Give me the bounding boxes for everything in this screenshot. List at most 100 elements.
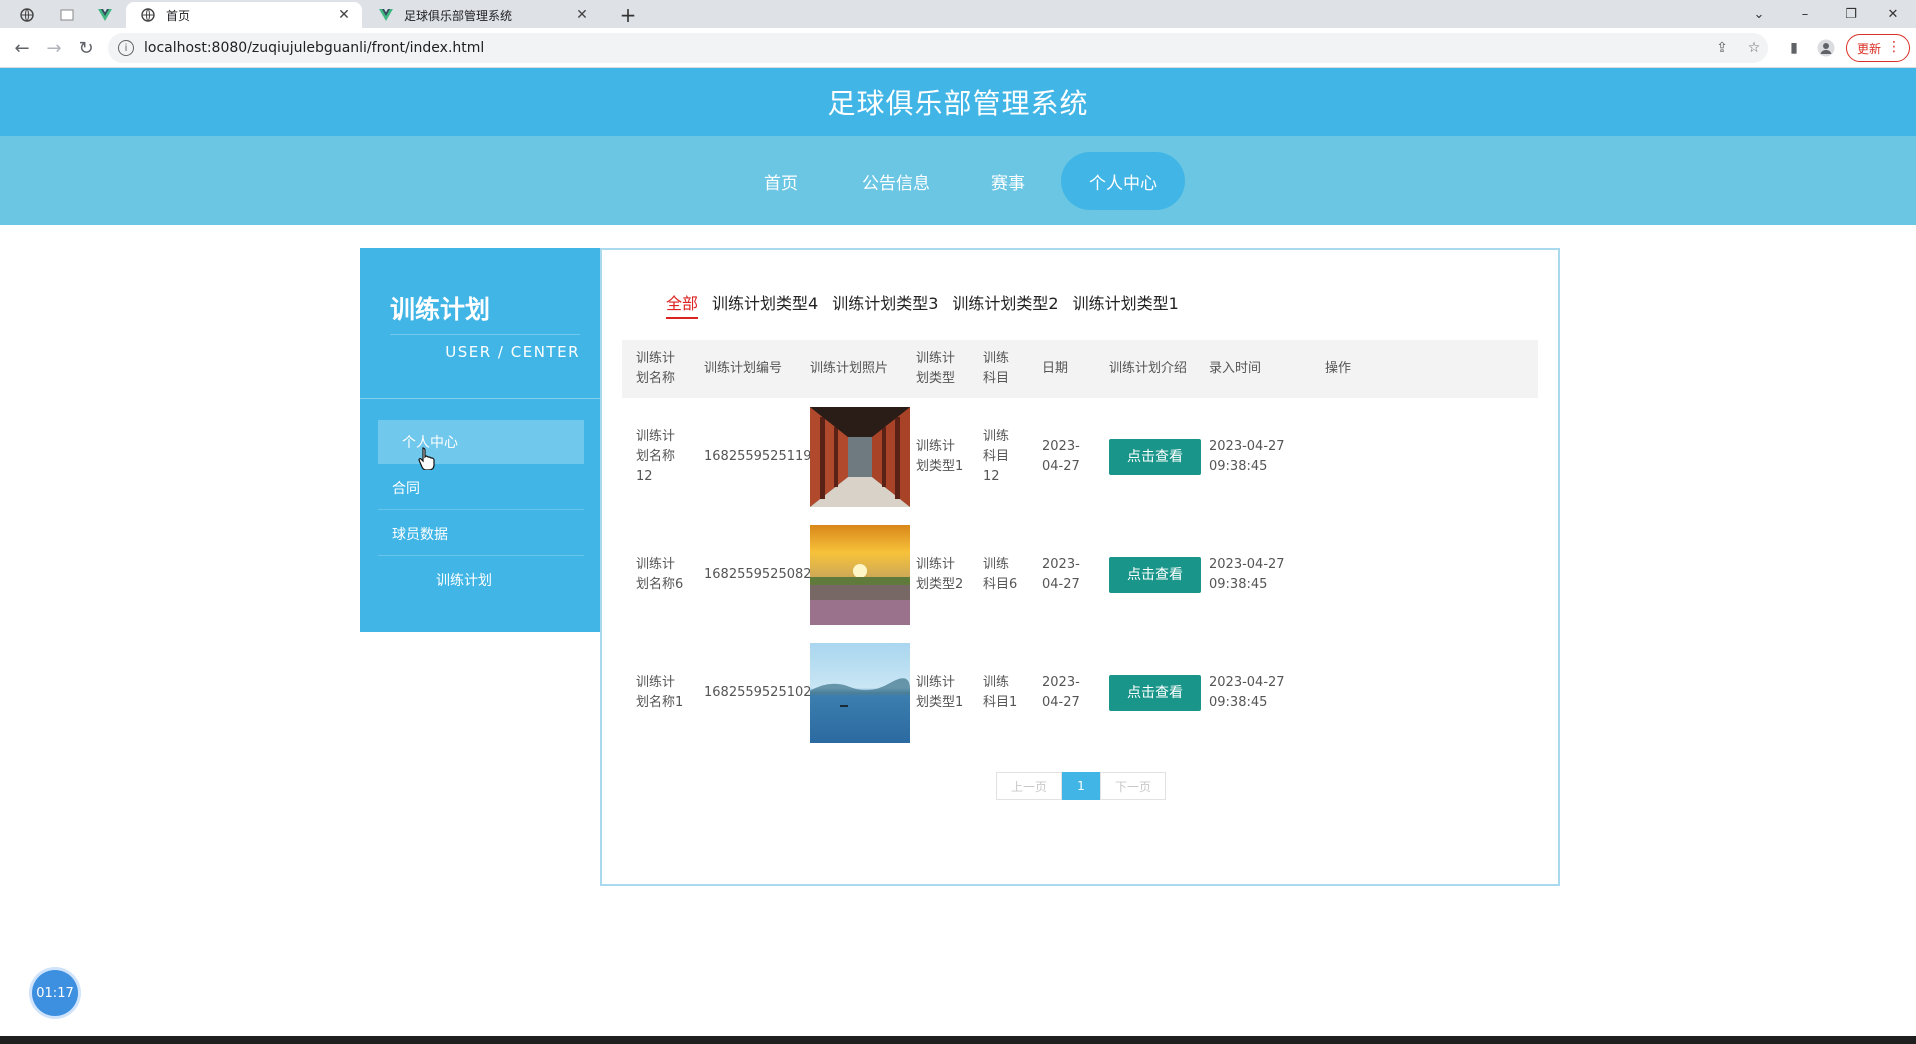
col-date: 日期 (1042, 361, 1069, 376)
plan-date: 2023- 04-27 (1042, 557, 1080, 592)
plan-code: 1682559525119 (704, 449, 812, 464)
tab-title: 首页 (166, 8, 191, 23)
plan-name: 训练计 划名称1 (636, 675, 684, 710)
col-intro: 训练计划介绍 (1109, 361, 1188, 376)
taskbar (0, 1036, 1916, 1044)
plan-created: 2023-04-27 09:38:45 (1209, 557, 1285, 592)
filter-type-1[interactable]: 训练计划类型1 (1073, 290, 1179, 319)
corridor-photo (810, 407, 910, 507)
hand-cursor-icon (418, 447, 435, 470)
new-tab-button[interactable]: + (614, 2, 642, 28)
globe-icon (140, 7, 156, 23)
menu-dots-icon: ⋮ (1887, 39, 1901, 55)
pinned-tab-2[interactable] (50, 2, 84, 28)
view-details-button[interactable]: 点击查看 (1109, 439, 1201, 475)
plan-subject: 训练 科目6 (983, 557, 1018, 592)
plan-name: 训练计 划名称6 (636, 557, 684, 592)
prev-page-button[interactable]: 上一页 (996, 772, 1062, 800)
col-actions: 操作 (1325, 361, 1352, 376)
address-bar: ← → ↻ i localhost:8080/zuqiujulebguanli/… (0, 28, 1916, 68)
tab-title: 足球俱乐部管理系统 (404, 8, 513, 23)
sidebar-item-personal-center[interactable]: 个人中心 (378, 420, 584, 464)
plan-date: 2023- 04-27 (1042, 439, 1080, 474)
filter-all[interactable]: 全部 (666, 290, 699, 319)
table-row: 训练计 划名称 12 1682559525119 训练计 划类型1 训练 科目 (622, 398, 1538, 516)
filter-type-3[interactable]: 训练计划类型3 (832, 290, 938, 319)
profile-icon[interactable] (1816, 38, 1836, 58)
close-icon[interactable]: ✕ (574, 7, 590, 23)
plan-photo[interactable] (810, 516, 910, 634)
plan-type: 训练计 划类型1 (916, 439, 964, 474)
update-label: 更新 (1857, 41, 1882, 56)
table-row: 训练计 划名称6 1682559525082 训练计 划类型2 训练 科目6 2… (622, 516, 1538, 634)
close-icon[interactable]: ✕ (336, 7, 352, 23)
page-icon (60, 9, 74, 21)
plan-type: 训练计 划类型2 (916, 557, 964, 592)
plan-subject: 训练 科目1 (983, 675, 1018, 710)
url-field[interactable]: i localhost:8080/zuqiujulebguanli/front/… (108, 33, 1768, 63)
plan-code: 1682559525082 (704, 567, 812, 582)
lake-photo (810, 643, 910, 743)
table-row: 训练计 划名称1 1682559525102 训练计 划类型1 训练 科目1 2… (622, 634, 1538, 752)
restore-button[interactable]: ❐ (1828, 0, 1874, 28)
vue-icon (98, 9, 112, 21)
window-close-button[interactable]: ✕ (1870, 0, 1916, 28)
sidebar-divider (360, 398, 600, 399)
sidebar-item-contract[interactable]: 合同 (378, 466, 584, 510)
plan-created: 2023-04-27 09:38:45 (1209, 439, 1285, 474)
col-created: 录入时间 (1209, 361, 1262, 376)
globe-icon (20, 8, 34, 22)
reload-icon[interactable]: ↻ (74, 36, 98, 60)
plan-intro: 点击查看 (1109, 516, 1209, 634)
back-arrow-icon[interactable]: ← (10, 36, 34, 60)
sidebar-subtitle: USER / CENTER (390, 334, 580, 361)
nav-home[interactable]: 首页 (740, 152, 822, 210)
info-icon[interactable]: i (118, 40, 134, 56)
tab-club-system[interactable]: 足球俱乐部管理系统 ✕ (364, 2, 600, 28)
star-icon[interactable]: ☆ (1744, 38, 1764, 58)
url-text: localhost:8080/zuqiujulebguanli/front/in… (144, 40, 485, 56)
page-number-button[interactable]: 1 (1062, 772, 1100, 800)
col-name: 训练计 划名称 (636, 351, 676, 386)
plan-photo[interactable] (810, 634, 910, 752)
plan-subject: 训练 科目 12 (983, 429, 1010, 484)
nav-matches[interactable]: 赛事 (970, 152, 1046, 210)
col-code: 训练计划编号 (704, 361, 783, 376)
main-panel: 全部 训练计划类型4 训练计划类型3 训练计划类型2 训练计划类型1 训练计 划… (600, 248, 1560, 886)
minimize-button[interactable]: – (1782, 0, 1828, 28)
nav-personal-center[interactable]: 个人中心 (1061, 152, 1185, 210)
pinned-tab-1[interactable] (10, 2, 44, 28)
tab-search-button[interactable]: ⌄ (1736, 0, 1782, 28)
plan-created: 2023-04-27 09:38:45 (1209, 675, 1285, 710)
plan-photo[interactable] (810, 398, 910, 516)
browser-tabbar: 首页 ✕ 足球俱乐部管理系统 ✕ + ⌄ – ❐ ✕ (0, 0, 1916, 28)
training-plan-table: 训练计 划名称 训练计划编号 训练计划照片 训练计 划类型 训练 科目 日期 训… (622, 340, 1538, 752)
sunset-field-photo (810, 525, 910, 625)
plan-type: 训练计 划类型1 (916, 675, 964, 710)
sidebar-item-training-plan[interactable]: 训练计划 (378, 558, 584, 602)
update-button[interactable]: 更新 ⋮ (1846, 34, 1910, 62)
view-details-button[interactable]: 点击查看 (1109, 675, 1201, 711)
forward-arrow-icon[interactable]: → (42, 36, 66, 60)
col-subject: 训练 科目 (983, 351, 1010, 386)
plan-code: 1682559525102 (704, 685, 812, 700)
filter-type-2[interactable]: 训练计划类型2 (952, 290, 1058, 319)
tab-home[interactable]: 首页 ✕ (126, 2, 362, 28)
filter-type-4[interactable]: 训练计划类型4 (712, 290, 818, 319)
category-filters: 全部 训练计划类型4 训练计划类型3 训练计划类型2 训练计划类型1 (666, 290, 1179, 319)
plan-intro: 点击查看 (1109, 398, 1209, 516)
site-title: 足球俱乐部管理系统 (827, 87, 1089, 120)
share-icon[interactable]: ⇪ (1712, 38, 1732, 58)
table-header: 训练计 划名称 训练计划编号 训练计划照片 训练计 划类型 训练 科目 日期 训… (622, 340, 1538, 398)
sidebar-title: 训练计划 (390, 295, 491, 324)
pinned-tab-3[interactable] (88, 2, 122, 28)
sidebar-item-player-data[interactable]: 球员数据 (378, 512, 584, 556)
recording-timer[interactable]: 01:17 (32, 970, 78, 1016)
view-details-button[interactable]: 点击查看 (1109, 557, 1201, 593)
side-panel-icon[interactable]: ▮ (1784, 38, 1804, 58)
nav-announcements[interactable]: 公告信息 (846, 152, 946, 210)
site-header: 足球俱乐部管理系统 (0, 68, 1916, 136)
next-page-button[interactable]: 下一页 (1100, 772, 1166, 800)
col-type: 训练计 划类型 (916, 351, 956, 386)
sidebar: 训练计划 USER / CENTER 个人中心 合同 球员数据 训练计划 (360, 248, 600, 632)
